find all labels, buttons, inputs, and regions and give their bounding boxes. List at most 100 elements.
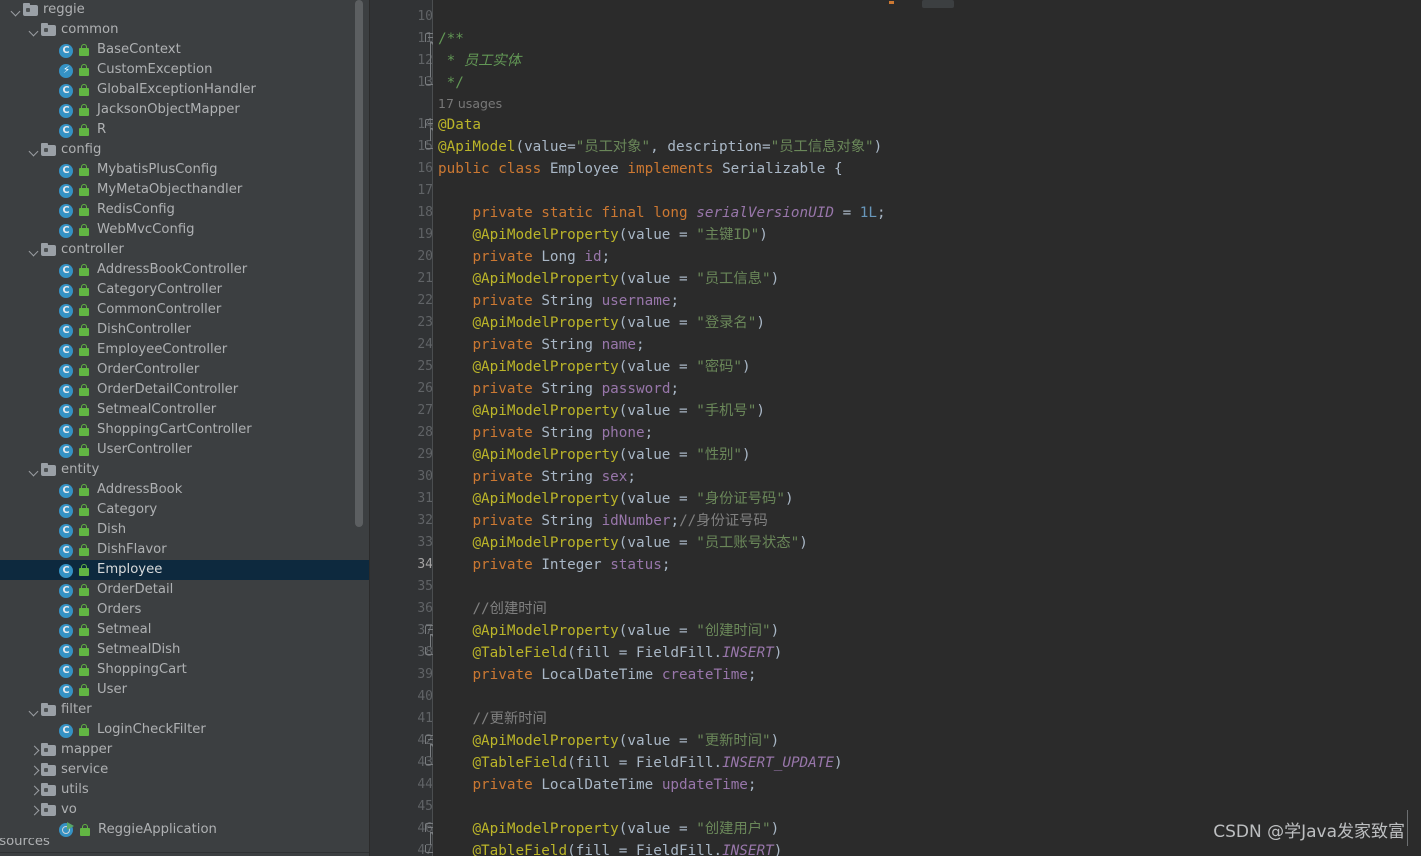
public-visibility-icon bbox=[78, 403, 91, 417]
editor-gutter[interactable]: 10 11 12 13 14 15 16 17 18 19 20 21 22 23 24 25 26 27 28 29… bbox=[370, 0, 433, 856]
tree-item-entity[interactable]: entity bbox=[0, 460, 370, 480]
tree-item-label: LoginCheckFilter bbox=[97, 722, 206, 737]
folder-icon bbox=[41, 742, 57, 758]
tree-item-label: common bbox=[61, 22, 119, 37]
project-tool-window[interactable]: reggie common C BaseContext ⚡ CustomException… bbox=[0, 0, 370, 856]
inlay-hint-usages[interactable]: 17 usages bbox=[438, 94, 502, 114]
tree-item-basecontext[interactable]: C BaseContext bbox=[0, 40, 370, 60]
public-visibility-icon bbox=[78, 423, 91, 437]
tree-item-logincheckfilter[interactable]: C LoginCheckFilter bbox=[0, 720, 370, 740]
tree-item-reggieapplication[interactable]: ReggieApplication bbox=[0, 820, 370, 840]
tree-item-utils[interactable]: utils bbox=[0, 780, 370, 800]
tree-item-dish[interactable]: C Dish bbox=[0, 520, 370, 540]
tree-item-category[interactable]: C Category bbox=[0, 500, 370, 520]
tree-item-label: DishFlavor bbox=[97, 542, 167, 557]
tree-item-dishcontroller[interactable]: C DishController bbox=[0, 320, 370, 340]
java-class-icon: C bbox=[59, 483, 74, 498]
chevron-down-icon[interactable] bbox=[28, 20, 41, 40]
editor-pane[interactable]: 10 11 12 13 14 15 16 17 18 19 20 21 22 23 24 25 26 27 28 29… bbox=[370, 0, 1421, 856]
chevron-right-icon[interactable] bbox=[28, 740, 41, 760]
folder-icon bbox=[41, 802, 57, 818]
tree-item-label: UserController bbox=[97, 442, 192, 457]
tree-item-orderdetail[interactable]: C OrderDetail bbox=[0, 580, 370, 600]
tree-item-label: reggie bbox=[43, 2, 85, 17]
public-visibility-icon bbox=[78, 283, 91, 297]
tree-item-redisconfig[interactable]: C RedisConfig bbox=[0, 200, 370, 220]
tree-item-globalexceptionhandler[interactable]: C GlobalExceptionHandler bbox=[0, 80, 370, 100]
tree-item-mymetaobjecthandler[interactable]: C MyMetaObjecthandler bbox=[0, 180, 370, 200]
chevron-right-icon[interactable] bbox=[28, 800, 41, 820]
chevron-down-icon[interactable] bbox=[28, 460, 41, 480]
code-line: @ApiModelProperty(value = "手机号") bbox=[472, 403, 765, 419]
code-line: @ApiModelProperty(value = "密码") bbox=[472, 359, 751, 375]
chevron-right-icon[interactable] bbox=[28, 760, 41, 780]
tree-item-jacksonobjectmapper[interactable]: C JacksonObjectMapper bbox=[0, 100, 370, 120]
java-class-icon: C bbox=[59, 383, 74, 398]
java-class-icon: C bbox=[59, 283, 74, 298]
tree-item-customexception[interactable]: ⚡ CustomException bbox=[0, 60, 370, 80]
tree-item-label: OrderController bbox=[97, 362, 200, 377]
public-visibility-icon bbox=[78, 503, 91, 517]
tree-item-webmvcconfig[interactable]: C WebMvcConfig bbox=[0, 220, 370, 240]
tree-item-mapper[interactable]: mapper bbox=[0, 740, 370, 760]
code-line: */ bbox=[438, 75, 464, 91]
tree-item-label: CommonController bbox=[97, 302, 222, 317]
chevron-right-icon[interactable] bbox=[28, 780, 41, 800]
tree-item-orders[interactable]: C Orders bbox=[0, 600, 370, 620]
sidebar-scrollbar-thumb[interactable] bbox=[355, 0, 363, 527]
chevron-down-icon[interactable] bbox=[28, 700, 41, 720]
tree-item-usercontroller[interactable]: C UserController bbox=[0, 440, 370, 460]
tree-item-service[interactable]: service bbox=[0, 760, 370, 780]
tree-item-r[interactable]: CR bbox=[0, 120, 370, 140]
code-line: private Long id; bbox=[472, 249, 611, 265]
tree-item-shoppingcart[interactable]: C ShoppingCart bbox=[0, 660, 370, 680]
tree-item-ordercontroller[interactable]: C OrderController bbox=[0, 360, 370, 380]
java-class-icon: C bbox=[59, 323, 74, 338]
public-visibility-icon bbox=[78, 383, 91, 397]
chevron-down-icon[interactable] bbox=[28, 240, 41, 260]
tree-item-label: OrderDetail bbox=[97, 582, 174, 597]
sidebar-scrollbar[interactable] bbox=[355, 0, 363, 856]
tree-item-reggie[interactable]: reggie bbox=[0, 0, 370, 20]
tree-item-filter[interactable]: filter bbox=[0, 700, 370, 720]
tree-item-orderdetailcontroller[interactable]: C OrderDetailController bbox=[0, 380, 370, 400]
public-visibility-icon bbox=[78, 163, 91, 177]
tree-item-mybatisplusconfig[interactable]: C MybatisPlusConfig bbox=[0, 160, 370, 180]
tree-item-setmealdish[interactable]: C SetmealDish bbox=[0, 640, 370, 660]
tree-item-commoncontroller[interactable]: C CommonController bbox=[0, 300, 370, 320]
tree-item-user[interactable]: C User bbox=[0, 680, 370, 700]
tree-item-shoppingcartcontroller[interactable]: C ShoppingCartController bbox=[0, 420, 370, 440]
tree-item-label: CategoryController bbox=[97, 282, 223, 297]
tree-item-employee[interactable]: C Employee bbox=[0, 560, 370, 580]
tree-item-label: Setmeal bbox=[97, 622, 152, 637]
tree-item-config[interactable]: config bbox=[0, 140, 370, 160]
tree-item-categorycontroller[interactable]: C CategoryController bbox=[0, 280, 370, 300]
code-line: private static final long serialVersionU… bbox=[472, 205, 886, 221]
tree-item-dishflavor[interactable]: C DishFlavor bbox=[0, 540, 370, 560]
code-content[interactable]: /** * 员工实体 */ 17 usages @Data @ApiModel(val… bbox=[433, 0, 1421, 856]
java-class-icon: C bbox=[59, 203, 74, 218]
chevron-down-icon[interactable] bbox=[10, 0, 23, 20]
public-visibility-icon bbox=[78, 223, 91, 237]
tree-item-setmeal[interactable]: C Setmeal bbox=[0, 620, 370, 640]
code-line: private LocalDateTime createTime; bbox=[472, 667, 757, 683]
tree-item-label: MybatisPlusConfig bbox=[97, 162, 218, 177]
tree-item-vo[interactable]: vo bbox=[0, 800, 370, 820]
java-class-icon: C bbox=[59, 663, 74, 678]
tree-item-common[interactable]: common bbox=[0, 20, 370, 40]
tree-item-setmealcontroller[interactable]: C SetmealController bbox=[0, 400, 370, 420]
tree-item-controller[interactable]: controller bbox=[0, 240, 370, 260]
tree-item-addressbookcontroller[interactable]: C AddressBookController bbox=[0, 260, 370, 280]
tree-item-addressbook[interactable]: C AddressBook bbox=[0, 480, 370, 500]
chevron-down-icon[interactable] bbox=[28, 140, 41, 160]
tree-item-employeecontroller[interactable]: C EmployeeController bbox=[0, 340, 370, 360]
watermark-caret bbox=[1407, 810, 1408, 846]
code-line: private String idNumber;//身份证号码 bbox=[472, 513, 768, 529]
